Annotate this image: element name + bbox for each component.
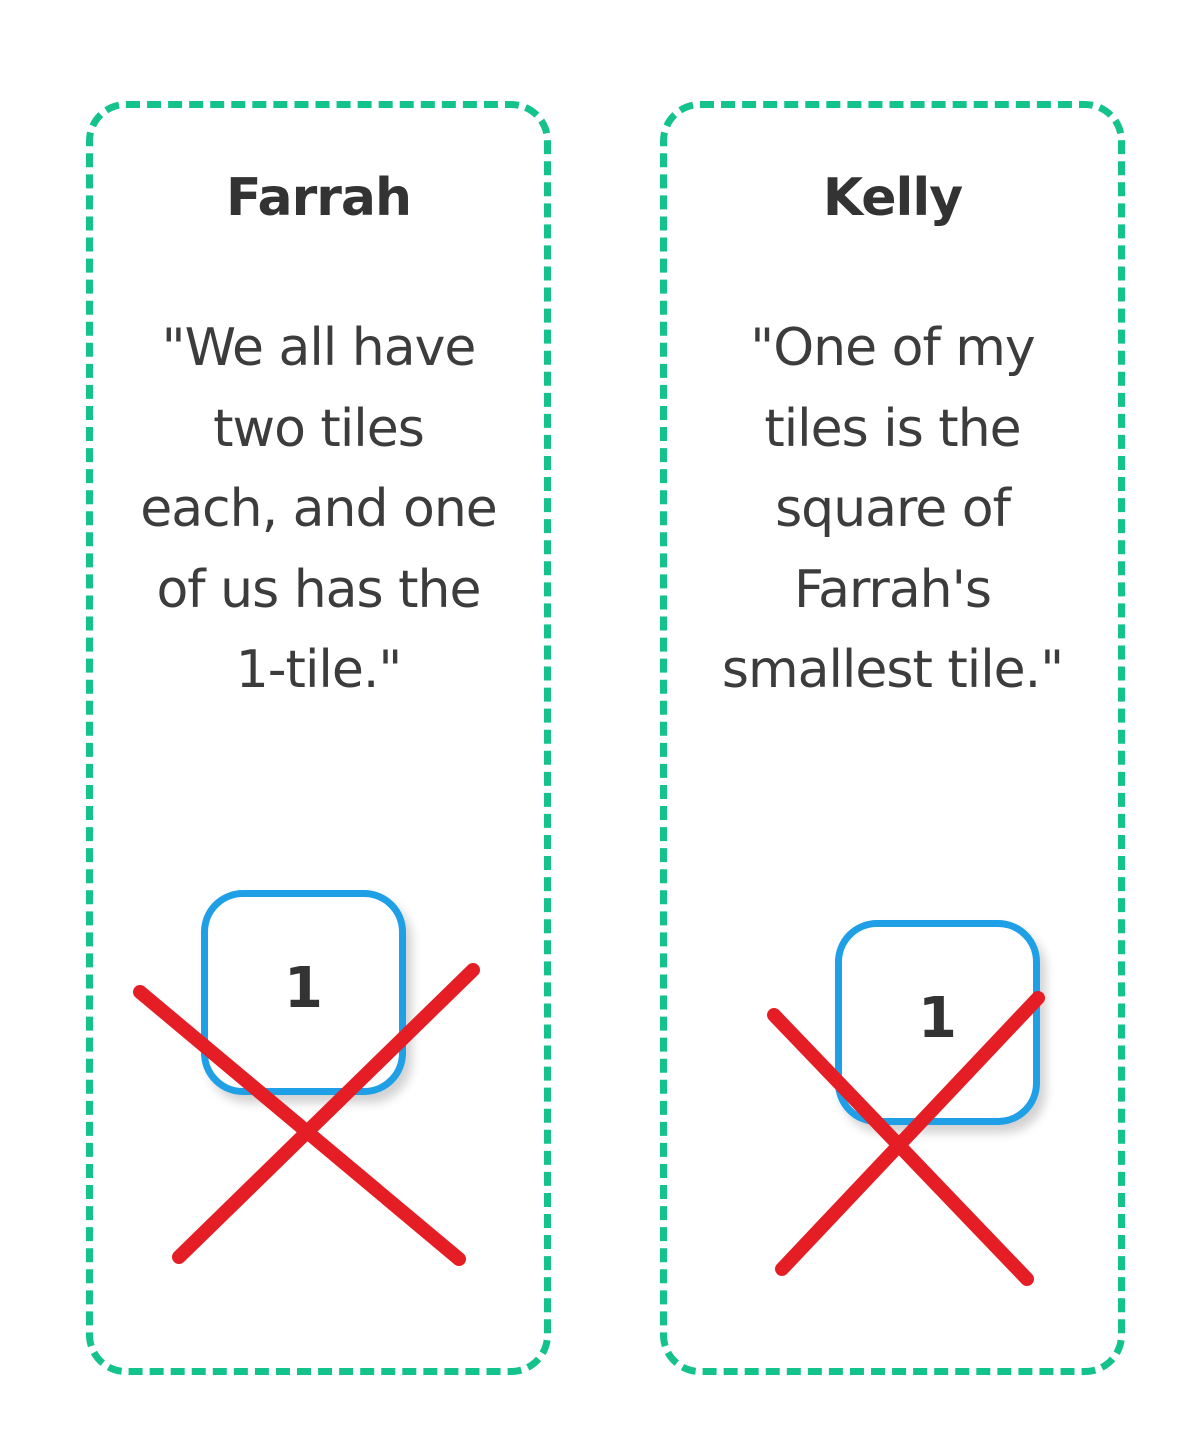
- cross-stroke-2: [775, 991, 1045, 1276]
- tile-group: 1: [118, 848, 480, 1266]
- card-name: Kelly: [822, 168, 963, 228]
- card-quote: "We all have two tiles each, and one of …: [140, 318, 498, 700]
- card-farrah: Farrah "We all have two tiles each, and …: [86, 101, 551, 1375]
- tile-group: 1: [752, 878, 1112, 1286]
- card-name: Farrah: [226, 168, 412, 228]
- cross-stroke-2: [172, 963, 480, 1264]
- card-kelly: Kelly "One of my tiles is the square of …: [660, 101, 1125, 1375]
- card-quote: "One of my tiles is the square of Farrah…: [721, 318, 1064, 700]
- cross-out-icon: [133, 963, 480, 1266]
- cross-out-icon: [767, 991, 1045, 1286]
